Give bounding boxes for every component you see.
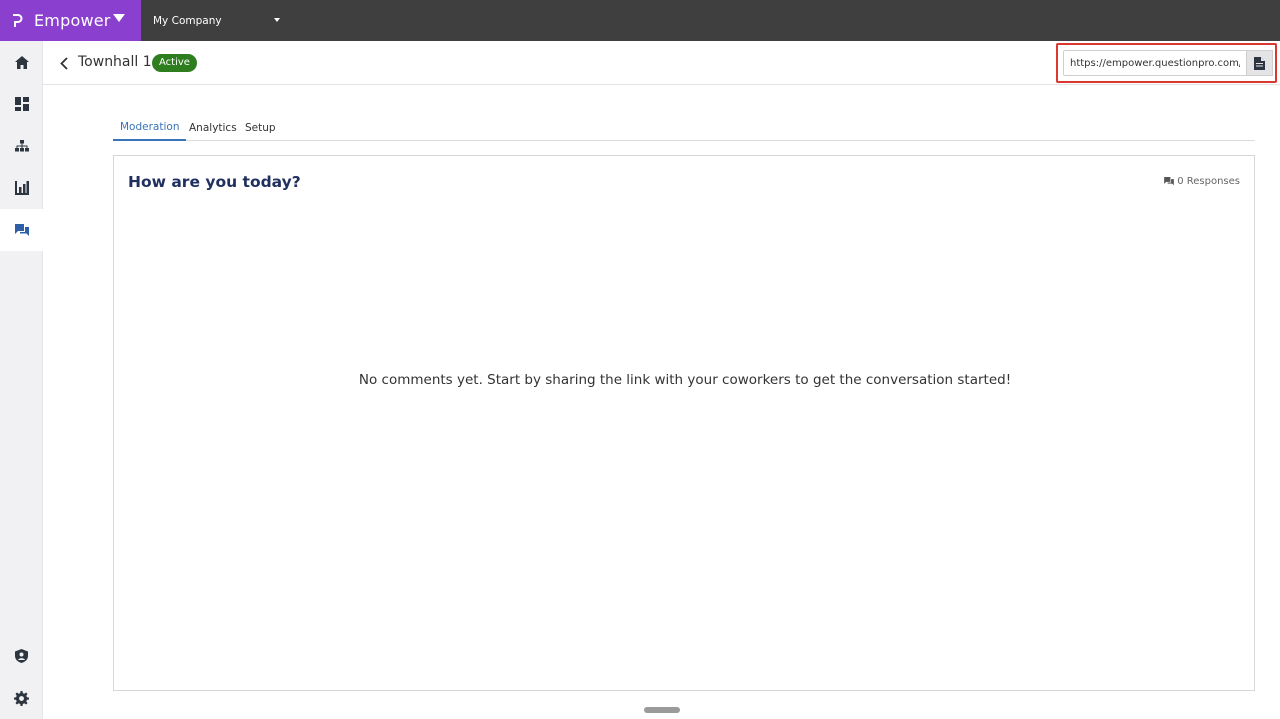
org-chart-icon (14, 140, 29, 152)
chat-icon (14, 223, 29, 236)
responses-label: 0 Responses (1177, 176, 1240, 187)
chevron-down-icon (274, 18, 280, 22)
question-title: How are you today? (128, 173, 301, 191)
status-badge: Active (152, 54, 197, 72)
top-bar: Empower My Company (0, 0, 1280, 41)
resize-handle[interactable] (644, 707, 680, 713)
company-name: My Company (153, 14, 222, 27)
brand-dropdown-icon[interactable] (113, 14, 125, 22)
chat-icon (1164, 177, 1175, 186)
responses-count: 0 Responses (1164, 176, 1240, 187)
shield-icon (15, 649, 28, 663)
gear-icon (14, 690, 29, 706)
tab-setup[interactable]: Setup (238, 114, 283, 141)
nav-dashboard[interactable] (0, 83, 43, 125)
brand-name: Empower (34, 11, 111, 30)
empty-state-message: No comments yet. Start by sharing the li… (358, 372, 1012, 388)
share-url-input[interactable] (1063, 50, 1247, 76)
left-nav (0, 41, 43, 719)
brand-menu[interactable]: Empower (0, 0, 141, 41)
back-button[interactable] (57, 54, 71, 72)
copy-icon (1254, 56, 1265, 70)
nav-home[interactable] (0, 41, 43, 83)
questionpro-logo-icon (0, 0, 34, 41)
nav-org-chart[interactable] (0, 125, 43, 167)
bar-chart-icon (14, 181, 29, 195)
nav-analytics[interactable] (0, 167, 43, 209)
nav-settings[interactable] (0, 677, 43, 719)
moderation-panel: How are you today? 0 Responses No commen… (113, 155, 1255, 691)
home-icon (14, 55, 29, 69)
dashboard-icon (14, 97, 29, 111)
company-selector[interactable]: My Company (141, 0, 291, 41)
tab-analytics[interactable]: Analytics (182, 114, 244, 141)
nav-admin[interactable] (0, 635, 43, 677)
chevron-left-icon (60, 56, 68, 70)
copy-link-button[interactable] (1247, 50, 1273, 76)
tab-moderation[interactable]: Moderation (113, 114, 187, 141)
page-title: Townhall 1 (78, 54, 152, 70)
tab-bar: Moderation Analytics Setup (113, 114, 1255, 141)
nav-townhall[interactable] (0, 209, 43, 251)
